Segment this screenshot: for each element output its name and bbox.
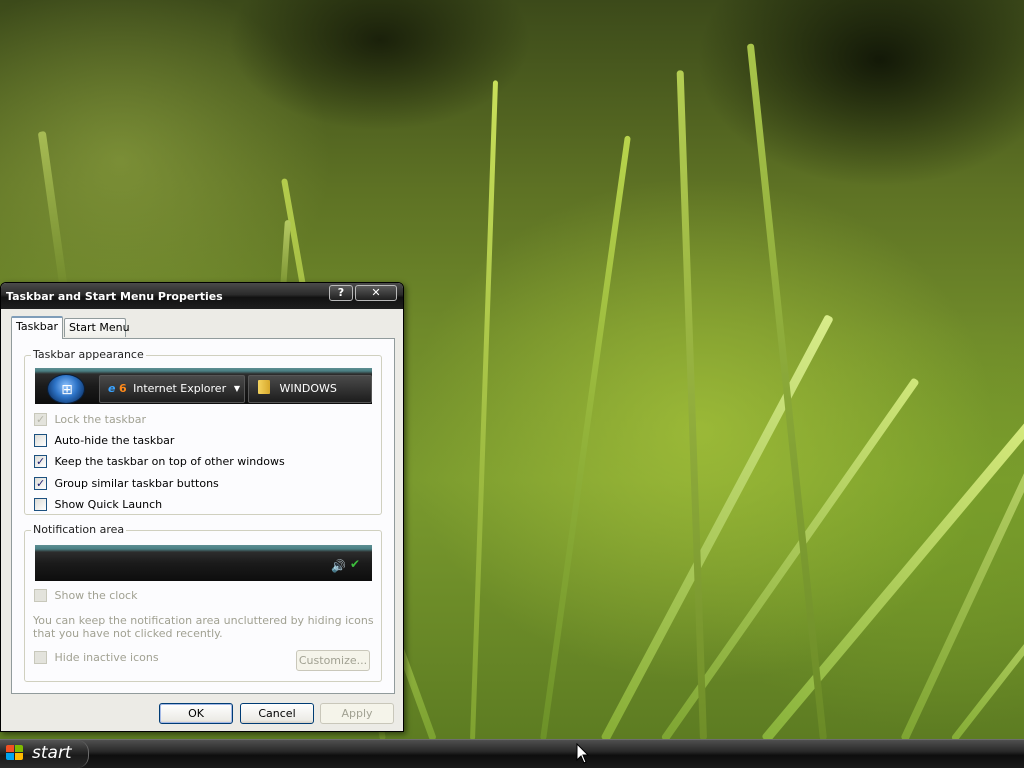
auto-hide-option[interactable]: Auto-hide the taskbar bbox=[34, 434, 174, 450]
taskbar-appearance-group: Taskbar appearance ⊞ e 6 Internet Explor… bbox=[24, 348, 382, 515]
close-button[interactable]: ✕ bbox=[355, 285, 397, 301]
apply-button[interactable]: Apply bbox=[320, 703, 394, 724]
group-buttons-label: Group similar taskbar buttons bbox=[54, 477, 219, 490]
taskbar-properties-dialog: Taskbar and Start Menu Properties ? ✕ Ta… bbox=[0, 282, 404, 732]
lock-taskbar-label: Lock the taskbar bbox=[54, 413, 147, 426]
show-clock-option[interactable]: Show the clock bbox=[34, 589, 137, 605]
tab-start-menu[interactable]: Start Menu bbox=[64, 318, 130, 337]
folder-icon bbox=[258, 380, 270, 394]
preview-ie-button: e 6 Internet Explorer ▼ bbox=[99, 375, 245, 403]
internet-explorer-icon: e bbox=[108, 382, 116, 395]
taskbar: start bbox=[0, 739, 1024, 768]
ok-button[interactable]: OK bbox=[159, 703, 233, 724]
customize-button[interactable]: Customize... bbox=[296, 650, 370, 671]
grass-blade bbox=[676, 70, 707, 739]
grass-blade bbox=[746, 43, 827, 739]
hide-inactive-checkbox[interactable] bbox=[34, 651, 47, 664]
quick-launch-checkbox[interactable] bbox=[34, 498, 47, 511]
taskbar-preview: ⊞ e 6 Internet Explorer ▼ WINDOWS bbox=[35, 368, 372, 404]
ie-group-count: 6 bbox=[118, 382, 127, 395]
windows-flag-icon: ⊞ bbox=[61, 382, 73, 398]
network-status-icon: ✔ bbox=[350, 557, 361, 571]
lock-taskbar-checkbox[interactable] bbox=[34, 413, 47, 426]
dialog-title: Taskbar and Start Menu Properties bbox=[6, 290, 223, 303]
auto-hide-checkbox[interactable] bbox=[34, 434, 47, 447]
preview-folder-button: WINDOWS bbox=[248, 375, 372, 403]
group-buttons-option[interactable]: Group similar taskbar buttons bbox=[34, 477, 219, 493]
hide-inactive-label: Hide inactive icons bbox=[54, 651, 159, 664]
grass-blade bbox=[470, 80, 499, 739]
auto-hide-label: Auto-hide the taskbar bbox=[54, 434, 175, 447]
grass-blade bbox=[540, 135, 631, 739]
grass-blade bbox=[37, 131, 68, 291]
notification-area-preview: 🔊 ✔ bbox=[35, 545, 372, 581]
dropdown-arrow-icon: ▼ bbox=[233, 384, 240, 393]
start-orb-icon: ⊞ bbox=[47, 374, 85, 404]
help-button[interactable]: ? bbox=[329, 285, 353, 301]
quick-launch-label: Show Quick Launch bbox=[54, 498, 163, 511]
preview-folder-label: WINDOWS bbox=[279, 382, 337, 395]
show-clock-label: Show the clock bbox=[54, 589, 138, 602]
show-clock-checkbox[interactable] bbox=[34, 589, 47, 602]
tab-taskbar[interactable]: Taskbar bbox=[11, 316, 63, 339]
quick-launch-option[interactable]: Show Quick Launch bbox=[34, 498, 162, 514]
keep-on-top-label: Keep the taskbar on top of other windows bbox=[54, 455, 285, 468]
taskbar-tab-panel: Taskbar appearance ⊞ e 6 Internet Explor… bbox=[11, 338, 395, 694]
cancel-button[interactable]: Cancel bbox=[240, 703, 314, 724]
notification-help-text: You can keep the notification area unclu… bbox=[33, 614, 374, 640]
windows-logo-icon bbox=[6, 745, 24, 761]
dialog-titlebar[interactable]: Taskbar and Start Menu Properties ? ✕ bbox=[1, 283, 403, 309]
notification-area-label: Notification area bbox=[31, 523, 127, 536]
group-buttons-checkbox[interactable] bbox=[34, 477, 47, 490]
taskbar-appearance-label: Taskbar appearance bbox=[31, 348, 146, 361]
preview-ie-label: Internet Explorer bbox=[133, 382, 227, 395]
hide-inactive-option[interactable]: Hide inactive icons bbox=[34, 651, 159, 667]
grass-blade bbox=[280, 219, 291, 291]
keep-on-top-checkbox[interactable] bbox=[34, 455, 47, 468]
speaker-icon: 🔊 bbox=[331, 559, 346, 573]
lock-taskbar-option[interactable]: Lock the taskbar bbox=[34, 413, 146, 429]
start-button[interactable]: start bbox=[0, 740, 89, 768]
keep-on-top-option[interactable]: Keep the taskbar on top of other windows bbox=[34, 455, 285, 471]
notification-area-group: Notification area 🔊 ✔ Show the clock You… bbox=[24, 523, 382, 682]
grass-blade bbox=[761, 415, 1024, 739]
start-label: start bbox=[32, 743, 72, 763]
mouse-pointer-icon bbox=[576, 743, 590, 764]
